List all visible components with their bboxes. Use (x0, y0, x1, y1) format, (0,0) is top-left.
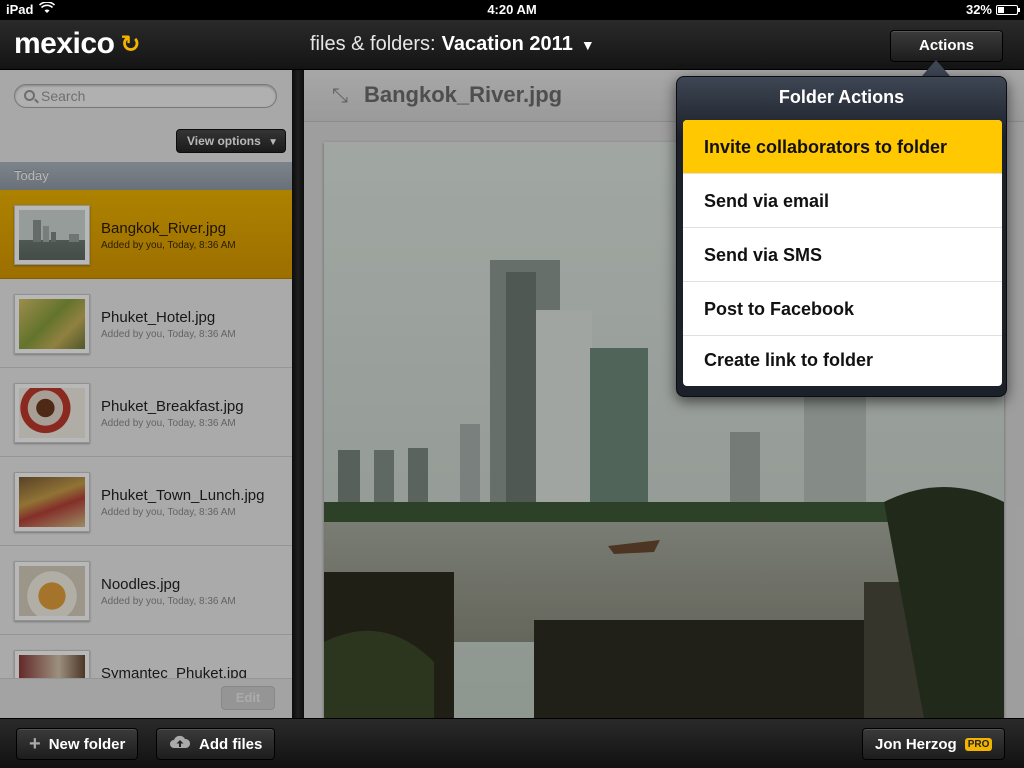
top-bar: mexico ↻ files & folders: Vacation 2011 … (0, 20, 1024, 70)
user-name: Jon Herzog (875, 735, 957, 753)
chevron-down-icon: ▼ (580, 36, 595, 53)
menu-item-send-email[interactable]: Send via email (683, 174, 1002, 228)
menu-item-create-link[interactable]: Create link to folder (683, 336, 1002, 386)
actions-button[interactable]: Actions (890, 30, 1003, 62)
clock: 4:20 AM (487, 2, 537, 17)
battery-percent: 32% (965, 2, 992, 17)
sync-icon: ↻ (120, 30, 140, 58)
add-files-label: Add files (199, 735, 263, 753)
new-folder-button[interactable]: + New folder (16, 728, 139, 760)
app-logo[interactable]: mexico ↻ (14, 27, 140, 61)
folder-name: Vacation 2011 (441, 33, 573, 55)
popover-arrow (922, 60, 950, 76)
popover-menu: Invite collaborators to folder Send via … (683, 120, 1002, 386)
add-files-button[interactable]: Add files (156, 728, 276, 760)
new-folder-label: New folder (48, 735, 126, 753)
plus-icon: + (29, 733, 41, 755)
account-button[interactable]: Jon Herzog PRO (862, 728, 1006, 760)
menu-item-send-sms[interactable]: Send via SMS (683, 228, 1002, 282)
status-bar: iPad 4:20 AM 32% (0, 0, 1024, 20)
folder-title-prefix: files & folders: (310, 33, 436, 55)
battery-icon (996, 4, 1020, 15)
bottom-toolbar: + New folder Add files Jon Herzog PRO (0, 718, 1024, 768)
pro-badge: PRO (964, 737, 993, 751)
app-name: mexico (14, 27, 115, 60)
popover-title: Folder Actions (778, 87, 905, 107)
menu-item-invite-collaborators[interactable]: Invite collaborators to folder (683, 120, 1002, 174)
cloud-upload-icon (169, 734, 191, 754)
menu-item-post-facebook[interactable]: Post to Facebook (683, 282, 1002, 336)
folder-actions-popover: Folder Actions Invite collaborators to f… (676, 76, 1007, 397)
folder-title[interactable]: files & folders: Vacation 2011 ▼ (310, 33, 595, 56)
